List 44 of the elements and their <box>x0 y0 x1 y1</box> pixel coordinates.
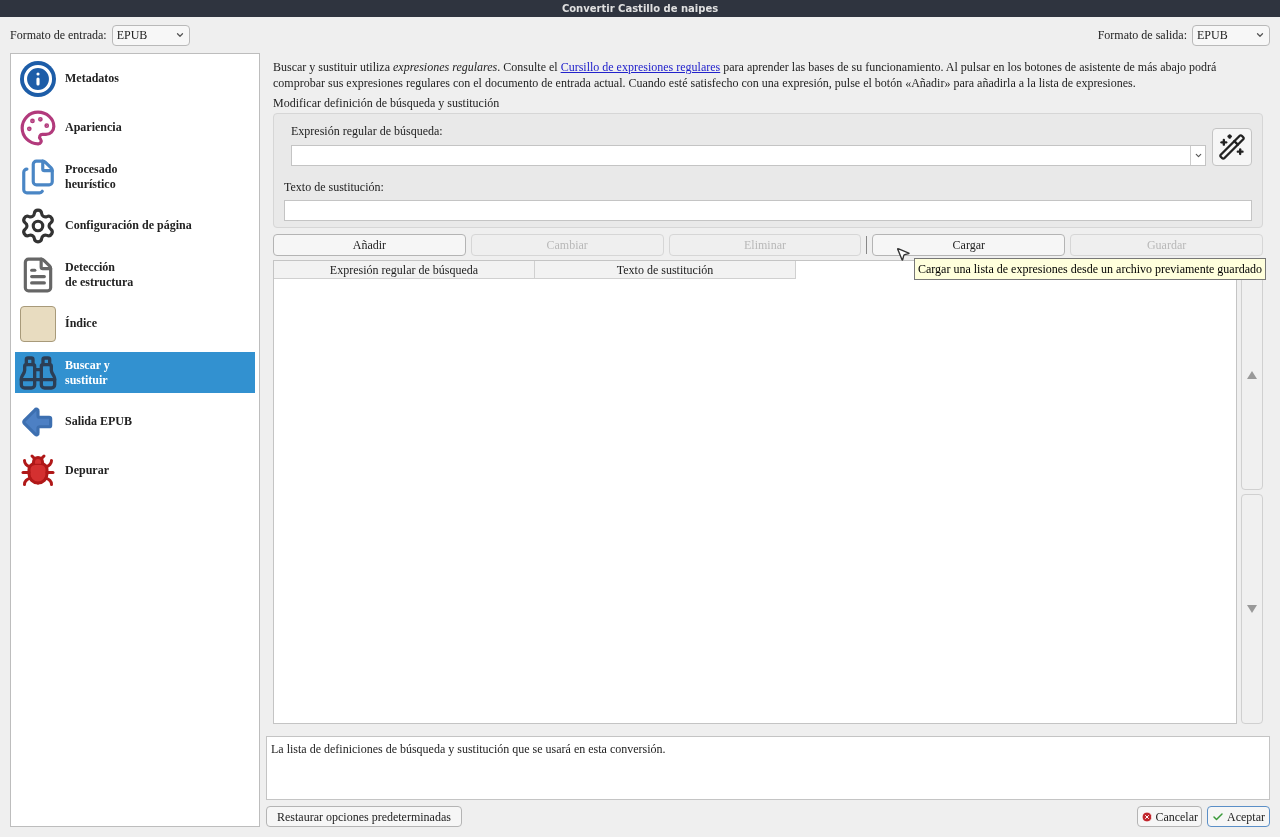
search-regex-field[interactable] <box>291 145 1206 166</box>
dropdown-caret-icon <box>174 30 185 40</box>
dropdown-caret-icon <box>1193 151 1203 160</box>
output-format-label: Formato de salida: <box>1097 27 1187 44</box>
sidebar-item[interactable]: Índice <box>15 303 255 344</box>
replace-text-label: Texto de sustitución: <box>284 179 385 196</box>
sidebar-item[interactable]: Metadatos <box>15 58 255 99</box>
title-bar: Convertir Castillo de naipes <box>0 0 1280 17</box>
accept-button[interactable]: Aceptar <box>1207 806 1270 827</box>
input-format-label: Formato de entrada: <box>10 27 107 44</box>
sidebar-item[interactable]: Salida EPUB <box>15 401 255 442</box>
action-button[interactable]: Cargar <box>872 234 1066 256</box>
column-header[interactable]: Expresión regular de búsqueda <box>274 261 535 279</box>
column-header[interactable]: Texto de sustitución <box>535 261 796 279</box>
ladybug-icon <box>20 452 56 489</box>
wizard-button[interactable] <box>1212 128 1252 166</box>
sidebar-item[interactable]: Depurar <box>15 450 255 491</box>
sidebar-item[interactable]: Apariencia <box>15 107 255 148</box>
action-button[interactable]: Añadir <box>273 234 466 256</box>
down-triangle-icon <box>1247 605 1257 613</box>
tooltip: Cargar una lista de expresiones desde un archivo previamente guardado <box>914 258 1266 280</box>
move-down-button[interactable] <box>1241 494 1263 724</box>
magic-wand-icon <box>1218 133 1246 161</box>
up-triangle-icon <box>1247 371 1257 379</box>
description-text: Buscar y sustituir utiliza expresiones regulares. Consulte el Cursillo de expresiones regulares para aprender las bases de su funcionamiento. Al pulsar en los botones de asistente de más abajo podrá comprobar sus expresiones regulares con el documento de entrada actual. Cuando esté satisfecho con una expresión, pulse el botón «Añadir» para añadirla a la lista de expresiones. <box>272 59 1218 91</box>
letter-tile-icon <box>20 305 56 342</box>
sidebar-item[interactable]: Procesado heurístico <box>15 156 255 197</box>
palette-icon <box>19 108 57 147</box>
info-icon <box>20 60 56 97</box>
cancel-button[interactable]: Cancelar <box>1137 806 1202 827</box>
group-title: Modificar definición de búsqueda y sustitución <box>272 95 501 111</box>
sidebar-item[interactable]: Detección de estructura <box>15 254 255 295</box>
input-format-dropdown[interactable]: EPUB <box>111 24 190 46</box>
tutorial-link[interactable]: Cursillo de expresiones regulares <box>560 60 721 74</box>
restore-defaults-button[interactable]: Restaurar opciones predeterminadas <box>266 806 462 827</box>
dropdown-caret-icon <box>1255 30 1265 40</box>
pages-icon <box>19 157 57 196</box>
check-icon <box>1212 810 1224 823</box>
sidebar-item[interactable]: Configuración de página <box>15 205 255 246</box>
replace-text-field[interactable] <box>284 200 1252 221</box>
cancel-icon <box>1141 810 1154 823</box>
output-format-dropdown[interactable]: EPUB <box>1192 24 1270 46</box>
search-regex-label: Expresión regular de búsqueda: <box>291 123 444 140</box>
help-text-box: La lista de definiciones de búsqueda y sustitución que se usará en esta conversión. <box>266 736 1270 800</box>
